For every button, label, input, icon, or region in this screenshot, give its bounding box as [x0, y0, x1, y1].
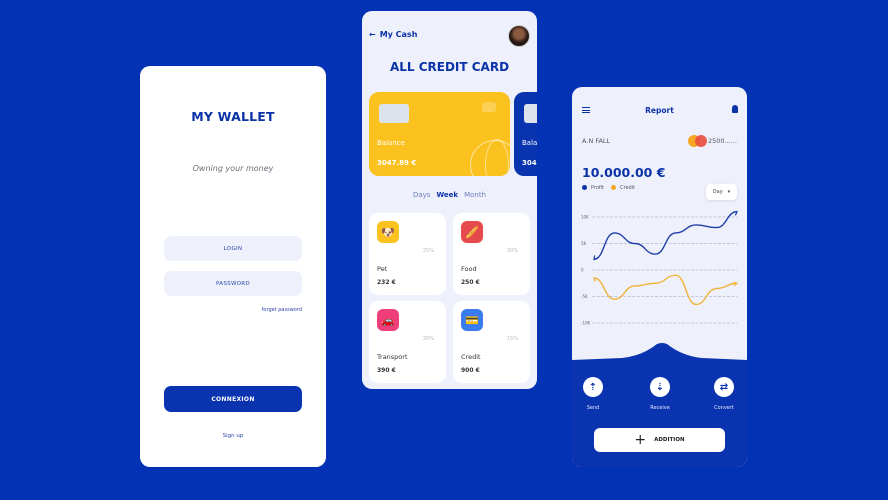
tab-month[interactable]: Month [464, 191, 486, 199]
tab-days[interactable]: Days [413, 191, 430, 199]
category-value: 390 € [377, 367, 396, 374]
receive-icon: ⇣ [650, 377, 670, 397]
legend-credit: Credit [611, 185, 635, 191]
report-screen: Report A.N FALL 2500...... 10.000.00 € P… [572, 87, 747, 467]
tab-week[interactable]: Week [436, 191, 458, 199]
page-title: ALL CREDIT CARD [389, 60, 510, 74]
range-select-value: Day [712, 189, 723, 195]
chart-legend: Profit Credit [582, 185, 635, 191]
category-value: 250 € [461, 279, 480, 286]
receive-button[interactable]: ⇣ Receive [640, 377, 680, 411]
category-tile-pet[interactable]: 🐶 25% Pet 232 € [369, 213, 446, 295]
y-tick-label: -5K [581, 294, 588, 299]
y-tick-label: 5K [581, 241, 587, 246]
card-label: Balance [377, 139, 405, 147]
period-tabs: Days Week Month [362, 191, 537, 199]
category-value: 232 € [377, 279, 396, 286]
card-chip-icon [524, 104, 537, 123]
y-tick-label: 10K [581, 215, 589, 220]
convert-button[interactable]: ⇄ Convert [704, 377, 744, 411]
arrow-head-icon [732, 210, 738, 216]
send-icon: ⇡ [583, 377, 603, 397]
card-chip-icon [379, 104, 409, 123]
back-button[interactable]: ← My Cash [369, 30, 417, 39]
car-icon: 🚗 [377, 309, 399, 331]
category-percent: 20% [422, 336, 434, 342]
back-label: My Cash [379, 30, 418, 39]
card-number: 2500...... [708, 137, 737, 145]
card-label: Bala [522, 139, 537, 147]
dog-icon: 🐶 [377, 221, 399, 243]
bread-icon: 🥖 [461, 221, 483, 243]
password-input[interactable]: PASSWORD [164, 271, 302, 296]
category-tile-transport[interactable]: 🚗 20% Transport 390 € [369, 301, 446, 383]
globe-decoration-icon [470, 139, 510, 176]
category-percent: 25% [422, 248, 434, 254]
addition-label: ADDITION [654, 437, 685, 443]
login-screen: MY WALLET Owning your money LOGIN PASSWO… [140, 66, 326, 467]
action-label: Receive [650, 405, 670, 411]
y-tick-label: 0 [581, 268, 584, 273]
series-line-profit [593, 211, 738, 261]
credit-card-icon: 💳 [461, 309, 483, 331]
credit-card[interactable]: Bala 3047 [514, 92, 537, 176]
range-select[interactable]: Day ▾ [706, 184, 737, 200]
balance-amount: 10.000.00 € [582, 165, 666, 180]
cards-screen: ← My Cash ALL CREDIT CARD Balance 3047.8… [362, 11, 537, 389]
signup-link[interactable]: Sign up [140, 433, 326, 439]
bell-icon[interactable] [732, 105, 738, 113]
send-button[interactable]: ⇡ Send [573, 377, 613, 411]
mastercard-icon [688, 135, 710, 147]
category-percent: 15% [506, 336, 518, 342]
category-tile-food[interactable]: 🥖 30% Food 250 € [453, 213, 530, 295]
plus-icon: + [634, 432, 647, 448]
series-line-credit [593, 274, 738, 306]
arrow-head-icon [593, 277, 598, 282]
credit-card[interactable]: Balance 3047.89 € [369, 92, 510, 176]
card-amount: 3047 [522, 159, 537, 167]
category-percent: 30% [506, 248, 518, 254]
tagline: Owning your money [192, 164, 274, 173]
forgot-password-link[interactable]: forget password [262, 307, 302, 313]
category-name: Transport [377, 353, 408, 361]
report-chart: 10K 5K 0 -5K -10K [581, 210, 739, 326]
contactless-icon [482, 102, 496, 112]
category-name: Pet [377, 265, 388, 273]
y-tick-label: -10K [581, 321, 591, 326]
chevron-down-icon: ▾ [727, 189, 731, 195]
connexion-button[interactable]: CONNEXION [164, 386, 302, 412]
arrow-left-icon: ← [369, 30, 376, 39]
category-value: 900 € [461, 367, 480, 374]
addition-button[interactable]: + ADDITION [594, 428, 725, 452]
page-title: Report [645, 106, 674, 115]
avatar[interactable] [508, 25, 530, 47]
action-label: Send [586, 405, 600, 411]
action-label: Convert [714, 405, 734, 411]
legend-profit: Profit [582, 185, 604, 191]
category-name: Food [461, 265, 477, 273]
card-owner: A.N FALL [582, 137, 611, 145]
category-tile-credit[interactable]: 💳 15% Credit 900 € [453, 301, 530, 383]
app-title: MY WALLET [191, 109, 275, 124]
convert-icon: ⇄ [714, 377, 734, 397]
card-amount: 3047.89 € [377, 159, 417, 167]
category-name: Credit [461, 353, 481, 361]
login-input[interactable]: LOGIN [164, 236, 302, 261]
